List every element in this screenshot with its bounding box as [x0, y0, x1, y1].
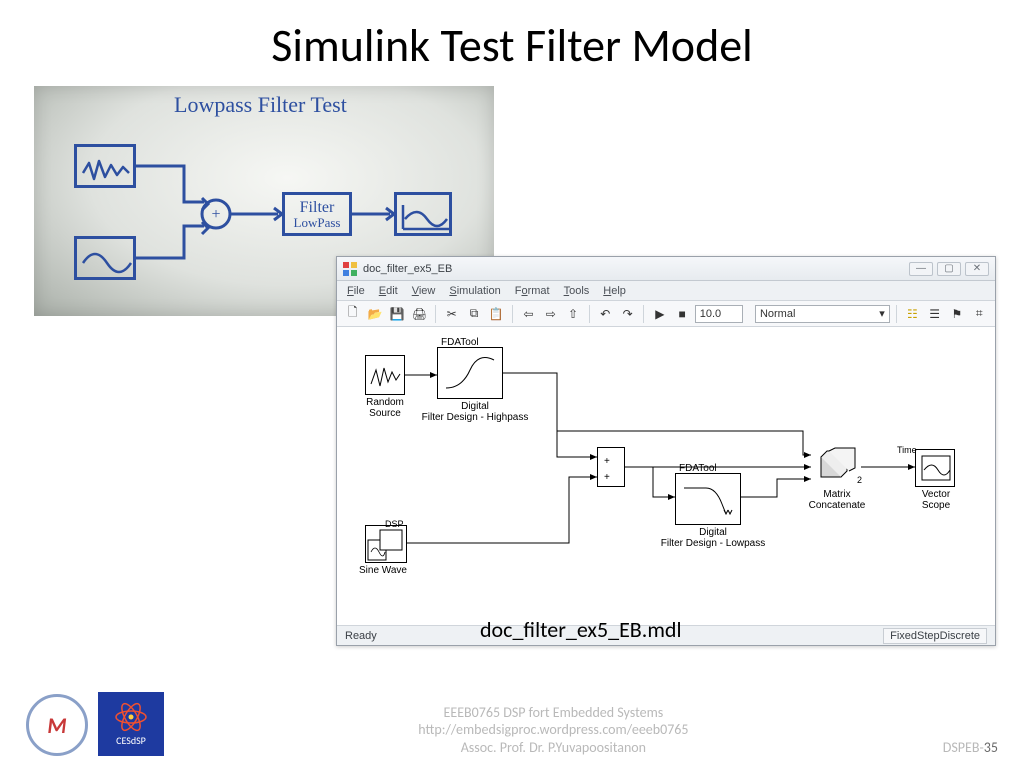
footer-center-text: EEEB0765 DSP fort Embedded Systems http:…	[164, 704, 943, 757]
open-icon[interactable]: 📂	[365, 304, 384, 324]
university-logo: M	[26, 694, 88, 756]
save-icon[interactable]: 💾	[388, 304, 407, 324]
label-sine-wave: Sine Wave	[359, 565, 407, 576]
chevron-down-icon: ▾	[879, 307, 885, 320]
status-solver: FixedStepDiscrete	[883, 628, 987, 644]
lib-browser-icon[interactable]: ☷	[903, 304, 922, 324]
paste-icon[interactable]: 📋	[487, 304, 506, 324]
mode-select[interactable]: Normal▾	[755, 305, 890, 323]
wb-filter-block: Filter LowPass	[282, 192, 352, 236]
menu-edit[interactable]: Edit	[379, 285, 398, 297]
slide-title: Simulink Test Filter Model	[0, 18, 1024, 74]
canvas-wires	[337, 327, 997, 627]
model-explorer-icon[interactable]: ☰	[925, 304, 944, 324]
block-vector-scope[interactable]	[915, 449, 955, 487]
block-sine-wave[interactable]	[365, 525, 407, 563]
label-concat-port: 2	[857, 475, 862, 485]
label-highpass: DigitalFilter Design - Highpass	[415, 401, 535, 423]
footer-page: DSPEB-35	[943, 739, 998, 756]
model-canvas[interactable]: RandomSource FDATool DigitalFilter Desig…	[337, 327, 995, 625]
stop-time-field[interactable]: 10.0	[695, 305, 743, 323]
simulink-app-icon	[343, 262, 357, 276]
menu-format[interactable]: Format	[515, 285, 550, 297]
svg-text:+: +	[604, 456, 610, 467]
simulink-window: doc_filter_ex5_EB — ▢ ✕ File Edit View S…	[336, 256, 996, 646]
menu-help[interactable]: Help	[603, 285, 626, 297]
status-ready: Ready	[345, 630, 377, 642]
print-icon[interactable]: 🖨	[410, 304, 429, 324]
menubar: File Edit View Simulation Format Tools H…	[337, 281, 995, 301]
block-highpass[interactable]	[437, 347, 503, 399]
close-button[interactable]: ✕	[965, 262, 989, 276]
label-time: Time	[897, 445, 917, 455]
label-lowpass: DigitalFilter Design - Lowpass	[653, 527, 773, 549]
svg-text:+: +	[604, 472, 610, 483]
stop-icon[interactable]: ■	[672, 304, 691, 324]
menu-view[interactable]: View	[412, 285, 436, 297]
undo-icon[interactable]: ↶	[596, 304, 615, 324]
block-sum[interactable]: ++	[597, 447, 625, 487]
copy-icon[interactable]: ⧉	[464, 304, 483, 324]
new-icon[interactable]: 🗋	[343, 304, 362, 324]
block-random-source[interactable]	[365, 355, 405, 395]
cesdsp-logo: CESdSP	[98, 692, 164, 756]
debug-icon[interactable]: ⚑	[947, 304, 966, 324]
block-matrix-concat[interactable]	[811, 447, 861, 487]
label-vector-scope: VectorScope	[911, 489, 961, 511]
window-title: doc_filter_ex5_EB	[363, 263, 452, 275]
minimize-button[interactable]: —	[909, 262, 933, 276]
label-random-source: RandomSource	[355, 397, 415, 419]
label-fdatool-1: FDATool	[441, 337, 479, 348]
filename-overlay: doc_filter_ex5_EB.mdl	[480, 616, 682, 643]
redo-icon[interactable]: ↷	[618, 304, 637, 324]
titlebar: doc_filter_ex5_EB — ▢ ✕	[337, 257, 995, 281]
menu-file[interactable]: File	[347, 285, 365, 297]
label-fdatool-2: FDATool	[679, 463, 717, 474]
run-icon[interactable]: ▶	[650, 304, 669, 324]
build-icon[interactable]: ⌗	[970, 304, 989, 324]
label-matrix-concat: MatrixConcatenate	[801, 489, 873, 511]
forward-icon[interactable]: ⇨	[541, 304, 560, 324]
slide-footer: M CESdSP EEEB0765 DSP fort Embedded Syst…	[0, 692, 1024, 756]
menu-tools[interactable]: Tools	[564, 285, 590, 297]
label-dsp: DSP	[385, 519, 404, 529]
toolbar: 🗋 📂 💾 🖨 ✂ ⧉ 📋 ⇦ ⇨ ⇧ ↶ ↷ ▶ ■ 10.0 Normal▾…	[337, 301, 995, 327]
block-lowpass[interactable]	[675, 473, 741, 525]
maximize-button[interactable]: ▢	[937, 262, 961, 276]
menu-simulation[interactable]: Simulation	[449, 285, 500, 297]
up-icon[interactable]: ⇧	[563, 304, 582, 324]
back-icon[interactable]: ⇦	[519, 304, 538, 324]
svg-text:+: +	[211, 206, 220, 223]
wb-scope-block	[394, 192, 452, 236]
cut-icon[interactable]: ✂	[442, 304, 461, 324]
